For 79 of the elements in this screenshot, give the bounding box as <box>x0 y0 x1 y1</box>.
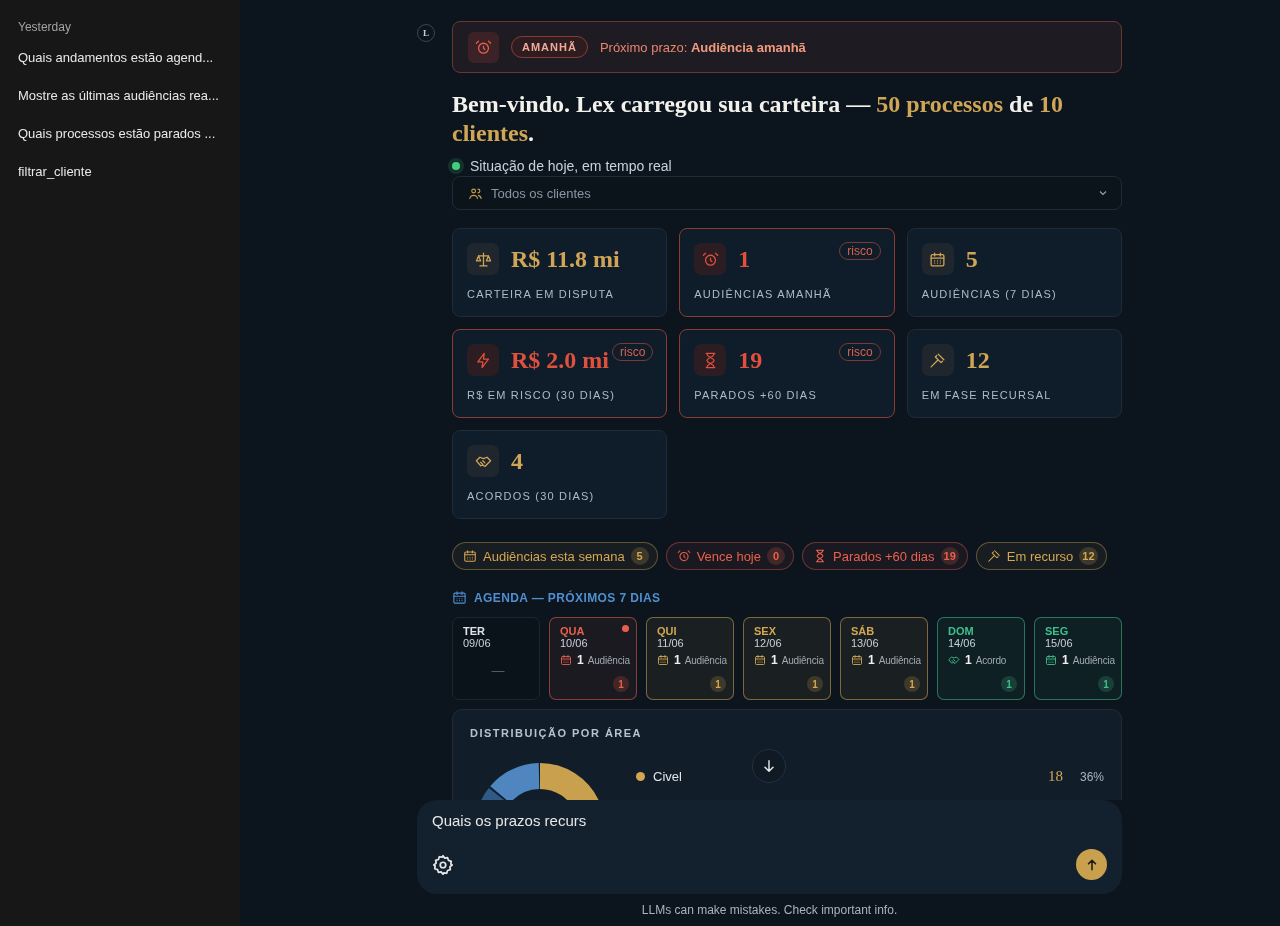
day-card[interactable]: QUI 11/06 1 Audiência 1 <box>646 617 734 700</box>
deadline-text: Próximo prazo: Audiência amanhã <box>599 39 806 55</box>
chat-history-item[interactable]: Mostre as últimas audiências rea... <box>12 87 228 125</box>
section-title: DISTRIBUIÇÃO POR ÁREA <box>470 727 644 739</box>
count-badge: 1 <box>1001 676 1017 692</box>
count-badge: 1 <box>710 676 726 692</box>
weekday-label: TER <box>463 625 485 637</box>
chat-history-item[interactable]: filtrar_cliente <box>12 163 228 201</box>
weekday-label: QUI <box>657 625 677 637</box>
day-card[interactable]: SEG 15/06 1 Audiência 1 <box>1034 617 1122 700</box>
count-badge: 1 <box>613 676 629 692</box>
event-type: Audiência <box>587 654 630 666</box>
event-count: 1 <box>1062 653 1069 667</box>
date-label: 12/06 <box>754 637 782 649</box>
filter-chip[interactable]: Vence hoje 0 <box>665 542 794 570</box>
stat-label: PARADOS +60 DIAS <box>694 389 817 401</box>
stat-value: 19 <box>738 346 763 374</box>
stat-value: 5 <box>965 245 978 273</box>
stat-value: 1 <box>738 245 751 273</box>
disclaimer-text: LLMs can make mistakes. Check important info. <box>641 903 898 917</box>
date-label: 15/06 <box>1045 637 1073 649</box>
date-label: 14/06 <box>948 637 976 649</box>
day-card[interactable]: QUA 10/06 1 Audiência 1 <box>549 617 637 700</box>
count-badge: 12 <box>1079 547 1098 565</box>
filter-chip[interactable]: Audiências esta semana 5 <box>452 542 658 570</box>
stat-label: ACORDOS (30 DIAS) <box>467 490 595 502</box>
deadline-badge: AMANHÃ <box>511 36 588 58</box>
count-badge: 19 <box>940 547 959 565</box>
filter-chip[interactable]: Parados +60 dias 19 <box>802 542 968 570</box>
welcome-heading: Bem-vindo. Lex carregou sua carteira — 50 processos de 10 clientes. <box>452 90 1065 148</box>
count-badge: 5 <box>630 547 649 565</box>
count-badge: 1 <box>1098 676 1114 692</box>
chat-history-item[interactable]: Quais andamentos estão agend... <box>12 49 228 87</box>
weekday-label: SEG <box>1045 625 1069 637</box>
event-count: 1 <box>674 653 681 667</box>
stat-label: AUDIÊNCIAS (7 DIAS) <box>921 288 1057 300</box>
weekday-label: SÁB <box>851 625 875 637</box>
weekday-label: QUA <box>560 625 585 637</box>
area-name: Civel <box>653 769 683 784</box>
area-count: 18 <box>1047 768 1063 785</box>
event-count: 1 <box>965 653 972 667</box>
stat-label: EM FASE RECURSAL <box>921 389 1052 401</box>
stat-label: CARTEIRA EM DISPUTA <box>467 288 615 300</box>
day-card[interactable]: DOM 14/06 1 Acordo 1 <box>937 617 1025 700</box>
event-count: 1 <box>577 653 584 667</box>
event-count: 1 <box>771 653 778 667</box>
stat-label: R$ EM RISCO (30 DIAS) <box>467 389 616 401</box>
stat-value: R$ 2.0 mi <box>511 346 609 374</box>
stat-value: 12 <box>965 346 990 374</box>
count-badge: 1 <box>904 676 920 692</box>
count-badge: 1 <box>807 676 823 692</box>
event-type: Audiência <box>1072 654 1115 666</box>
client-filter-dropdown[interactable]: Todos os clientes <box>452 176 1122 210</box>
day-card[interactable]: TER 09/06 — <box>452 617 540 700</box>
status-text: Situação de hoje, em tempo real <box>470 158 672 174</box>
event-type: Audiência <box>684 654 727 666</box>
chat-history-item[interactable]: Quais processos estão parados ... <box>12 125 228 163</box>
date-label: 10/06 <box>560 637 588 649</box>
count-badge: 0 <box>767 547 785 565</box>
day-card[interactable]: SÁB 13/06 1 Audiência 1 <box>840 617 928 700</box>
event-type: Audiência <box>878 654 921 666</box>
event-count: 1 <box>868 653 875 667</box>
stat-label: AUDIÊNCIAS AMANHÃ <box>694 288 832 300</box>
weekday-label: DOM <box>948 625 974 637</box>
day-card[interactable]: SEX 12/06 1 Audiência 1 <box>743 617 831 700</box>
area-share: 36% <box>1078 769 1104 784</box>
message-input[interactable]: Quais os prazos recurs <box>432 812 732 829</box>
section-heading: Yesterday <box>18 20 72 34</box>
date-label: 11/06 <box>657 637 684 649</box>
agenda-title: AGENDA — PRÓXIMOS 7 DIAS <box>474 590 661 605</box>
empty-dash: — <box>491 663 505 678</box>
stat-value: R$ 11.8 mi <box>511 245 620 273</box>
weekday-label: SEX <box>754 625 776 637</box>
event-type: Acordo <box>975 654 1007 666</box>
event-type: Audiência <box>781 654 824 666</box>
filter-chip[interactable]: Em recurso 12 <box>975 542 1107 570</box>
stat-value: 4 <box>511 447 523 475</box>
date-label: 13/06 <box>851 637 879 649</box>
date-label: 09/06 <box>463 637 491 649</box>
